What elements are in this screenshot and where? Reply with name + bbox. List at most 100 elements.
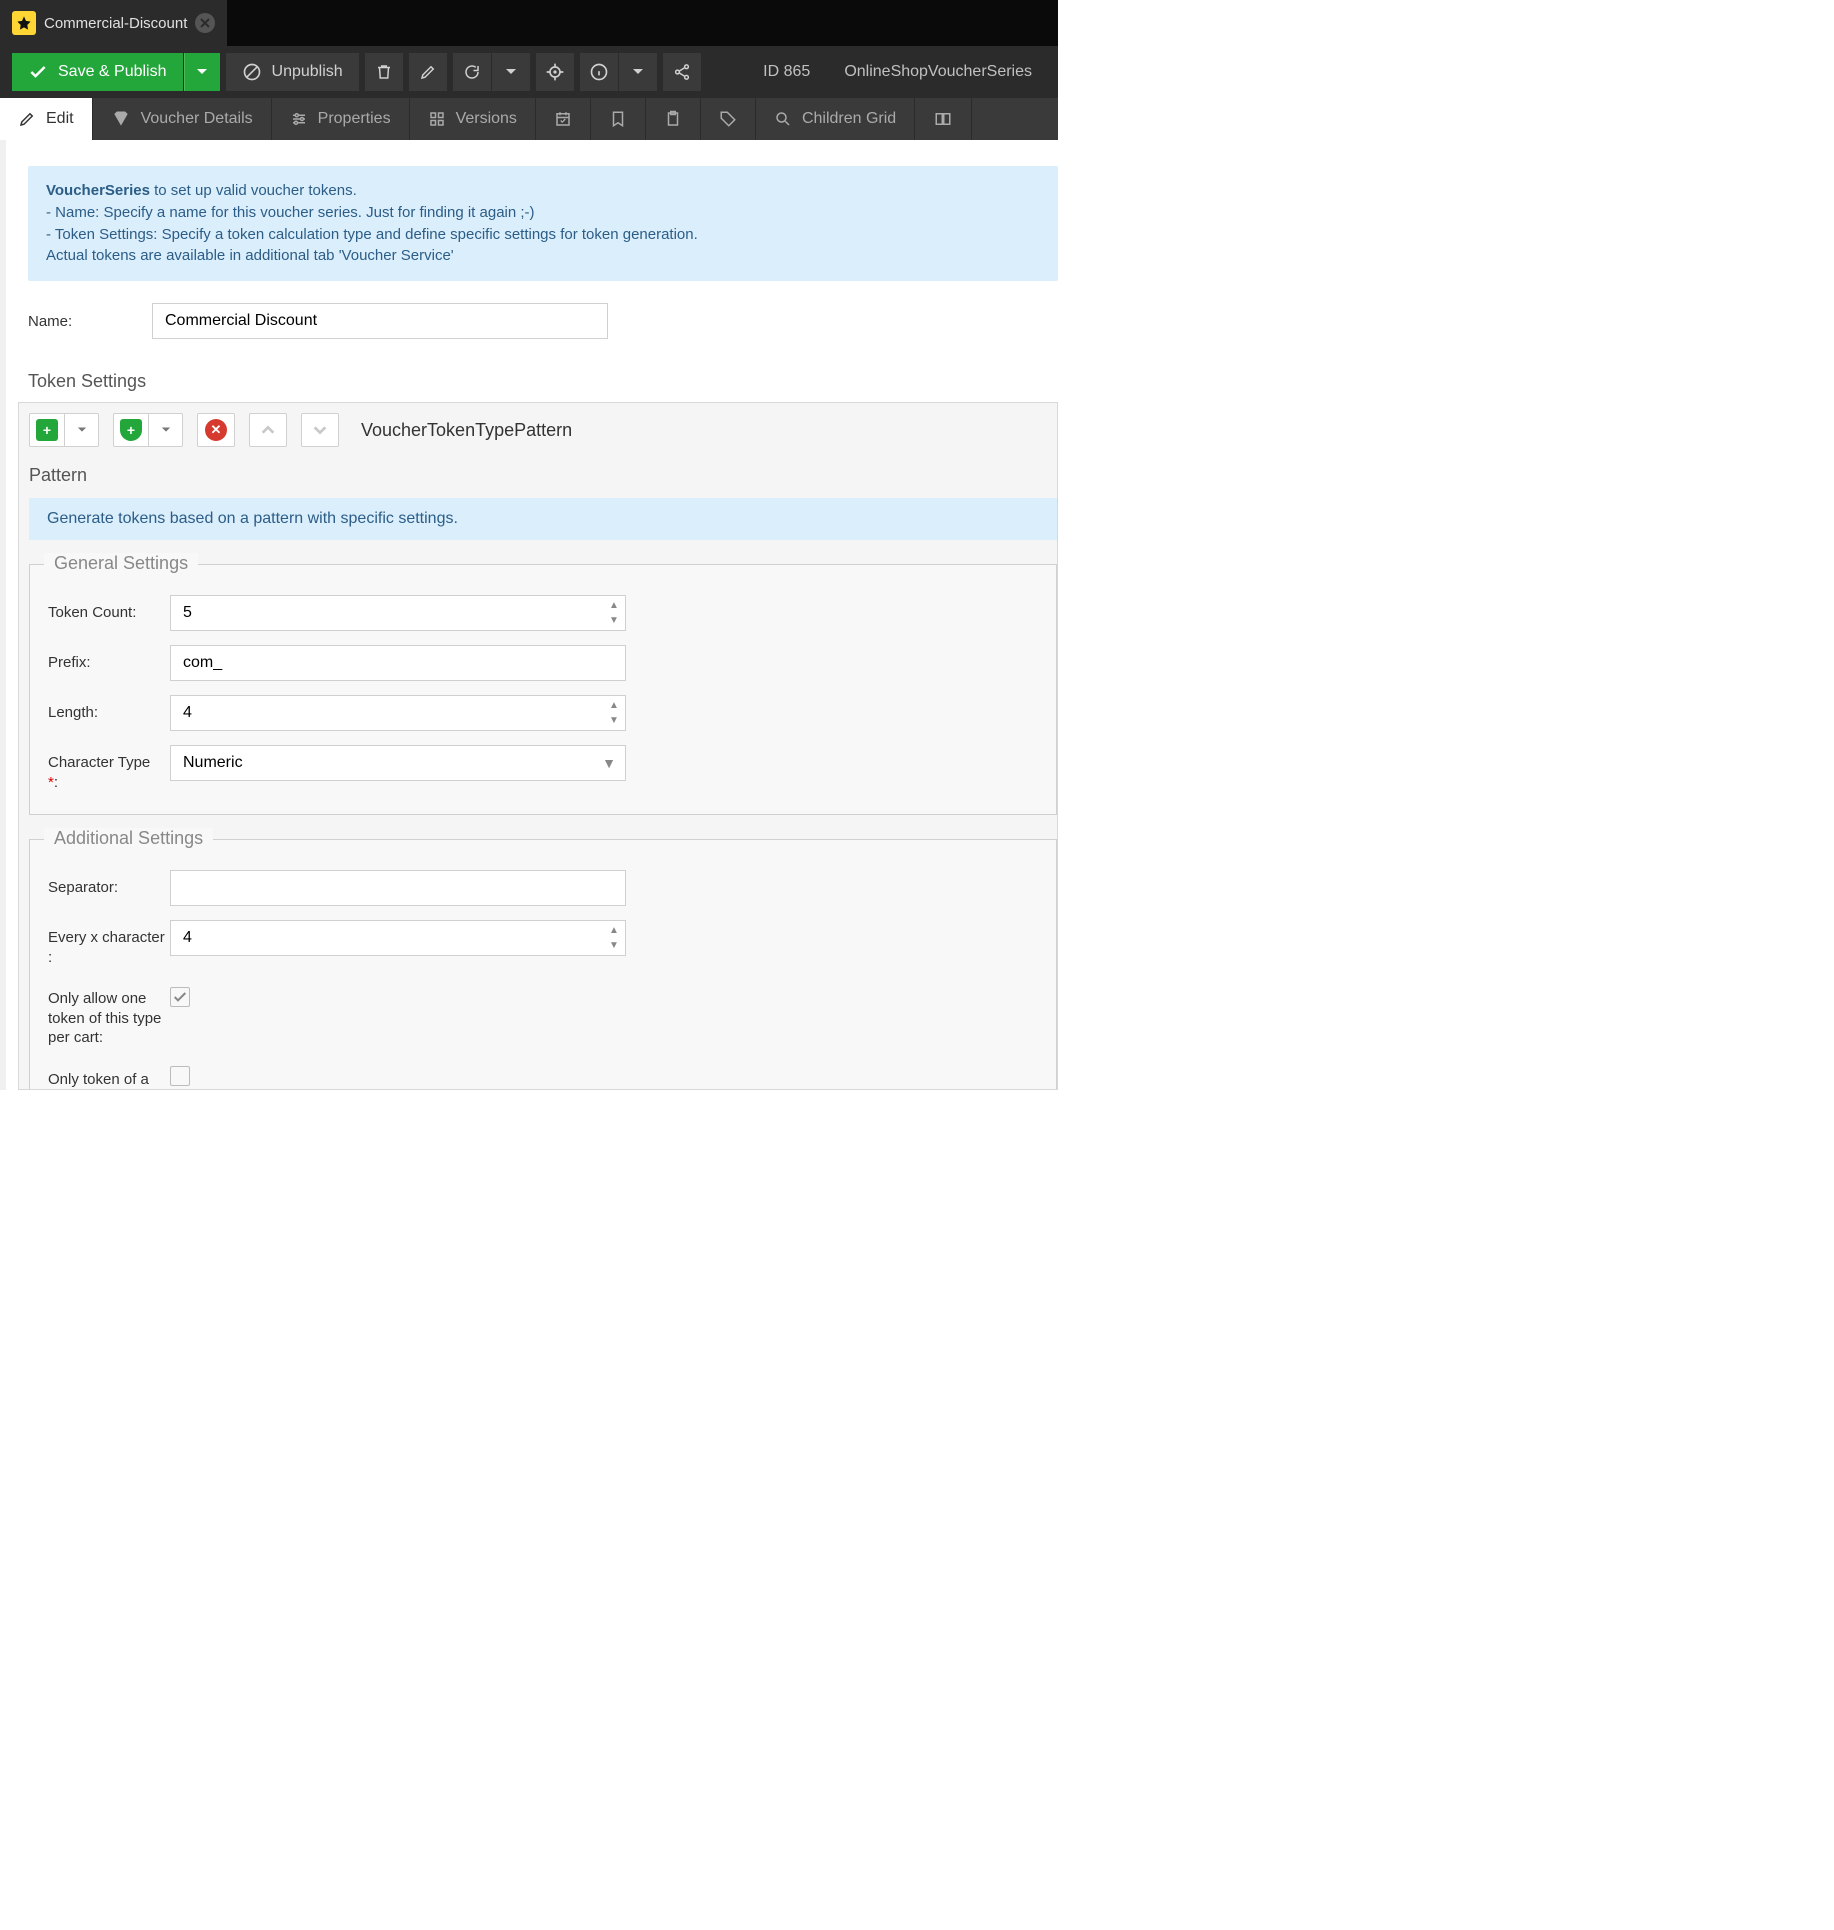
paste-dropdown-button[interactable]: [148, 414, 182, 446]
separator-input[interactable]: [170, 870, 626, 906]
chevron-down-icon: ▼: [602, 755, 616, 771]
versions-icon: [428, 110, 446, 128]
token-count-spinner: ▲ ▼: [606, 598, 622, 627]
info-dropdown-button[interactable]: [619, 53, 657, 91]
separator-row: Separator:: [48, 870, 1056, 906]
add-dropdown-button[interactable]: [64, 414, 98, 446]
unpublish-label: Unpublish: [272, 63, 343, 81]
save-publish-button[interactable]: Save & Publish: [12, 53, 183, 91]
one-token-checkbox[interactable]: [170, 987, 190, 1007]
tab-edit-label: Edit: [46, 110, 74, 128]
separator-label: Separator:: [48, 870, 170, 898]
character-type-select[interactable]: [170, 745, 626, 781]
chevron-up-icon: [260, 422, 276, 438]
tab-children-grid[interactable]: Children Grid: [756, 98, 915, 140]
additional-settings-fieldset: Additional Settings Separator: Every x c…: [29, 839, 1057, 1089]
length-input[interactable]: [170, 695, 626, 731]
spinner-down-button[interactable]: ▼: [606, 938, 622, 952]
tab-workflow[interactable]: [915, 98, 972, 140]
tab-edit[interactable]: Edit: [0, 98, 93, 140]
save-group: Save & Publish: [12, 53, 220, 91]
tab-voucher-details[interactable]: Voucher Details: [93, 98, 272, 140]
token-settings-block: + + ✕ VoucherTokenTypePattern Patt: [18, 402, 1058, 1090]
reload-button[interactable]: [453, 53, 491, 91]
spinner-up-button[interactable]: ▲: [606, 698, 622, 712]
star-icon: [12, 11, 36, 35]
chevron-down-icon: [632, 66, 644, 78]
chevron-down-icon: [312, 422, 328, 438]
tab-notes[interactable]: [591, 98, 646, 140]
additional-settings-legend: Additional Settings: [44, 828, 213, 849]
name-input[interactable]: [152, 303, 608, 339]
every-x-spinner: ▲ ▼: [606, 923, 622, 952]
document-tab[interactable]: Commercial-Discount: [0, 0, 227, 46]
token-count-input[interactable]: [170, 595, 626, 631]
rename-button[interactable]: [409, 53, 447, 91]
tab-children-grid-label: Children Grid: [802, 110, 896, 128]
chevron-down-icon: [196, 66, 208, 78]
length-row: Length: ▲ ▼: [48, 695, 1056, 731]
pattern-infobox: Generate tokens based on a pattern with …: [29, 498, 1057, 540]
plus-icon: +: [36, 419, 58, 441]
calendar-icon: [554, 110, 572, 128]
close-icon[interactable]: [195, 13, 215, 33]
move-up-group: [249, 413, 287, 447]
sliders-icon: [290, 110, 308, 128]
prohibit-icon: [242, 62, 262, 82]
book-icon: [933, 110, 953, 128]
tab-tags[interactable]: [701, 98, 756, 140]
tab-voucher-details-label: Voucher Details: [141, 110, 253, 128]
delete-block-button[interactable]: ✕: [198, 414, 234, 446]
help-rest: to set up valid voucher tokens.: [150, 182, 357, 199]
character-type-label: Character Type *:: [48, 745, 170, 792]
spinner-down-button[interactable]: ▼: [606, 613, 622, 627]
x-icon: ✕: [205, 419, 227, 441]
general-settings-legend: General Settings: [44, 553, 198, 574]
tab-schedule[interactable]: [536, 98, 591, 140]
tab-properties[interactable]: Properties: [272, 98, 410, 140]
pattern-subtitle: Pattern: [19, 457, 1057, 498]
only-token-label: Only token of a: [48, 1062, 170, 1090]
diamond-icon: [111, 109, 131, 129]
main-toolbar: Save & Publish Unpublish: [0, 46, 1058, 98]
tab-dependencies[interactable]: [646, 98, 701, 140]
prefix-input[interactable]: [170, 645, 626, 681]
tab-versions[interactable]: Versions: [410, 98, 536, 140]
spinner-up-button[interactable]: ▲: [606, 598, 622, 612]
reload-dropdown-button[interactable]: [492, 53, 530, 91]
delete-button[interactable]: [365, 53, 403, 91]
length-label: Length:: [48, 695, 170, 723]
add-button[interactable]: +: [30, 414, 64, 446]
paste-button[interactable]: +: [114, 414, 148, 446]
only-token-row: Only token of a: [48, 1062, 1056, 1090]
content-area: VoucherSeries to set up valid voucher to…: [0, 140, 1058, 1090]
share-button[interactable]: [663, 53, 701, 91]
prefix-row: Prefix:: [48, 645, 1056, 681]
spinner-down-button[interactable]: ▼: [606, 713, 622, 727]
name-row: Name:: [28, 303, 1058, 339]
chevron-down-icon: [505, 66, 517, 78]
tab-versions-label: Versions: [456, 110, 517, 128]
one-token-row: Only allow one token of this type per ca…: [48, 981, 1056, 1048]
save-dropdown-button[interactable]: [184, 53, 220, 91]
help-line-3: Actual tokens are available in additiona…: [46, 247, 454, 264]
move-down-button[interactable]: [302, 414, 338, 446]
name-label: Name:: [28, 313, 152, 330]
save-publish-label: Save & Publish: [58, 63, 167, 81]
block-toolbar: + + ✕ VoucherTokenTypePattern: [19, 413, 1057, 457]
check-icon: [172, 989, 188, 1005]
spinner-up-button[interactable]: ▲: [606, 923, 622, 937]
bookmark-icon: [609, 110, 627, 128]
general-settings-fieldset: General Settings Token Count: ▲ ▼ Prefix…: [29, 564, 1057, 815]
info-button[interactable]: [580, 53, 618, 91]
help-line-2: - Token Settings: Specify a token calcul…: [46, 226, 698, 243]
unpublish-button[interactable]: Unpublish: [226, 53, 359, 91]
delete-group: ✕: [197, 413, 235, 447]
move-up-button[interactable]: [250, 414, 286, 446]
locate-button[interactable]: [536, 53, 574, 91]
target-icon: [545, 62, 565, 82]
every-x-input[interactable]: [170, 920, 626, 956]
only-token-checkbox[interactable]: [170, 1066, 190, 1086]
help-line-1: - Name: Specify a name for this voucher …: [46, 204, 535, 221]
share-icon: [673, 63, 691, 81]
